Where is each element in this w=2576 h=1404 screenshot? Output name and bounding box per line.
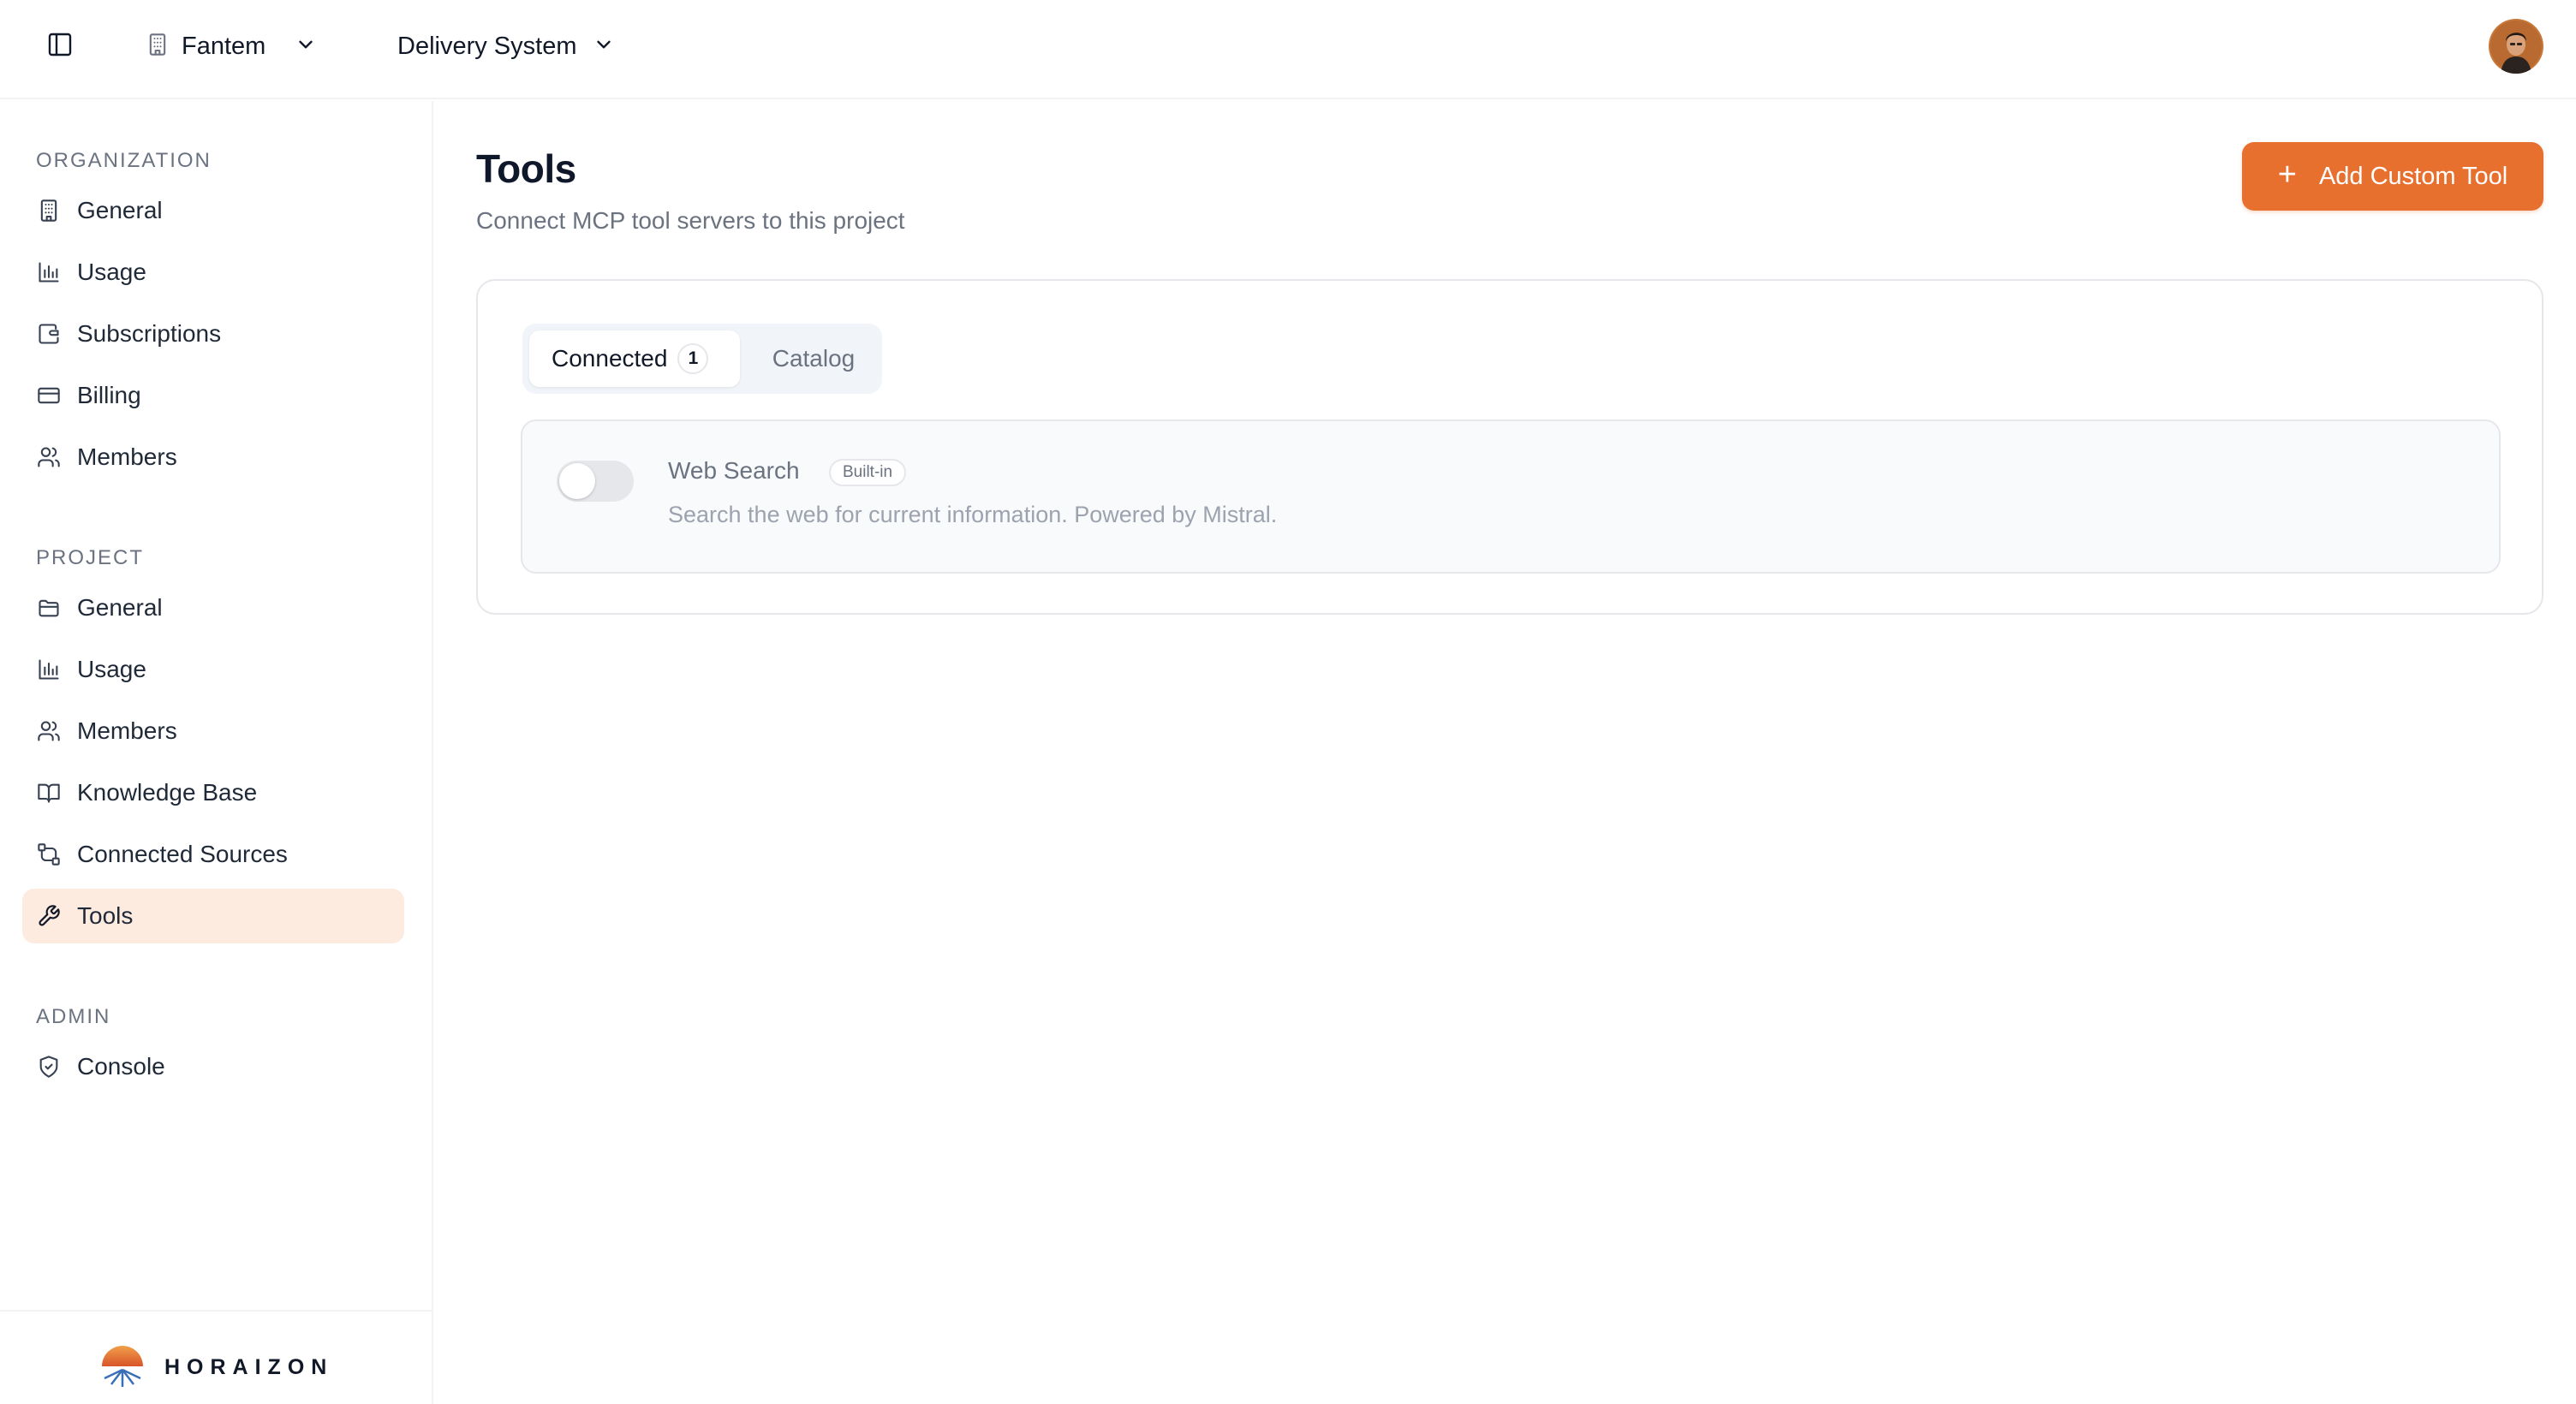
sidebar-item-label: Members [77,443,177,470]
tool-row-web-search: Web Search Built-in Search the web for c… [521,419,2501,574]
sidebar-item-org-general[interactable]: General [22,183,404,238]
sidebar-item-label: Members [77,717,177,744]
sidebar-item-project-usage[interactable]: Usage [22,642,404,697]
sidebar-item-console[interactable]: Console [22,1039,404,1094]
sidebar-item-label: General [77,197,163,223]
page-subtitle: Connect MCP tool servers to this project [476,207,905,234]
sidebar-toggle-button[interactable] [43,29,77,63]
wrench-icon [36,903,62,929]
sidebar-item-label: Billing [77,382,141,408]
project-name: Delivery System [397,32,577,60]
sidebar-item-label: Console [77,1053,165,1080]
tool-name: Web Search [668,457,800,484]
section-label-organization: ORGANIZATION [36,149,212,172]
tool-description: Search the web for current information. … [668,502,1278,527]
sidebar-item-label: Subscriptions [77,320,222,347]
tab-connected-label: Connected [552,345,668,372]
sidebar-item-project-general[interactable]: General [22,580,404,635]
sidebar-panel-icon [46,31,74,62]
sidebar-item-label: Usage [77,656,146,682]
sidebar-item-tools[interactable]: Tools [22,889,404,943]
sidebar-item-project-members[interactable]: Members [22,704,404,759]
sidebar-item-connected-sources[interactable]: Connected Sources [22,827,404,882]
sidebar: ORGANIZATION General Usage Subscriptions… [0,101,433,1404]
section-label-admin: ADMIN [36,1005,111,1028]
tab-catalog[interactable]: Catalog [754,330,874,387]
chevron-down-icon [295,33,317,60]
sidebar-item-knowledge-base[interactable]: Knowledge Base [22,765,404,820]
sidebar-item-subscriptions[interactable]: Subscriptions [22,306,404,361]
users-icon [36,718,62,744]
sidebar-item-label: Knowledge Base [77,779,258,806]
sidebar-footer: HORAIZON [0,1310,432,1404]
bar-chart-icon [36,259,62,285]
user-avatar[interactable] [2489,19,2543,74]
sun-logo-icon [99,1342,146,1393]
brand-name: HORAIZON [164,1355,334,1379]
project-switcher[interactable]: Delivery System [397,26,615,67]
built-in-badge: Built-in [829,459,907,486]
add-custom-tool-button[interactable]: + Add Custom Tool [2242,142,2543,211]
connected-count-badge: 1 [677,343,709,374]
brand-logo: HORAIZON [99,1342,333,1393]
sidebar-item-label: Connected Sources [77,841,288,867]
toggle-knob [559,463,595,499]
tab-catalog-label: Catalog [772,345,856,372]
top-bar: Fantem Delivery System [0,0,2576,99]
users-icon [36,444,62,470]
tools-card: Connected 1 Catalog Web Search Built-in … [476,279,2543,615]
sidebar-item-label: Usage [77,259,146,285]
book-icon [36,780,62,806]
page-title: Tools [476,146,576,191]
route-icon [36,842,62,867]
sidebar-item-label: Tools [77,902,134,929]
sidebar-item-org-usage[interactable]: Usage [22,245,404,300]
organization-switcher[interactable]: Fantem [146,26,317,67]
building-icon [146,33,170,61]
wallet-icon [36,321,62,347]
shield-icon [36,1054,62,1080]
sidebar-item-label: General [77,594,163,621]
tools-tabs: Connected 1 Catalog [522,324,882,394]
web-search-toggle[interactable] [557,461,634,502]
folder-icon [36,595,62,621]
sidebar-item-billing[interactable]: Billing [22,368,404,423]
plus-icon: + [2277,157,2297,193]
sidebar-item-org-members[interactable]: Members [22,430,404,485]
organization-name: Fantem [182,32,266,60]
credit-card-icon [36,383,62,408]
section-label-project: PROJECT [36,546,145,569]
building-icon [36,198,62,223]
bar-chart-icon [36,657,62,682]
chevron-down-icon [593,33,615,60]
add-custom-tool-label: Add Custom Tool [2318,162,2508,190]
tab-connected[interactable]: Connected 1 [529,330,740,387]
